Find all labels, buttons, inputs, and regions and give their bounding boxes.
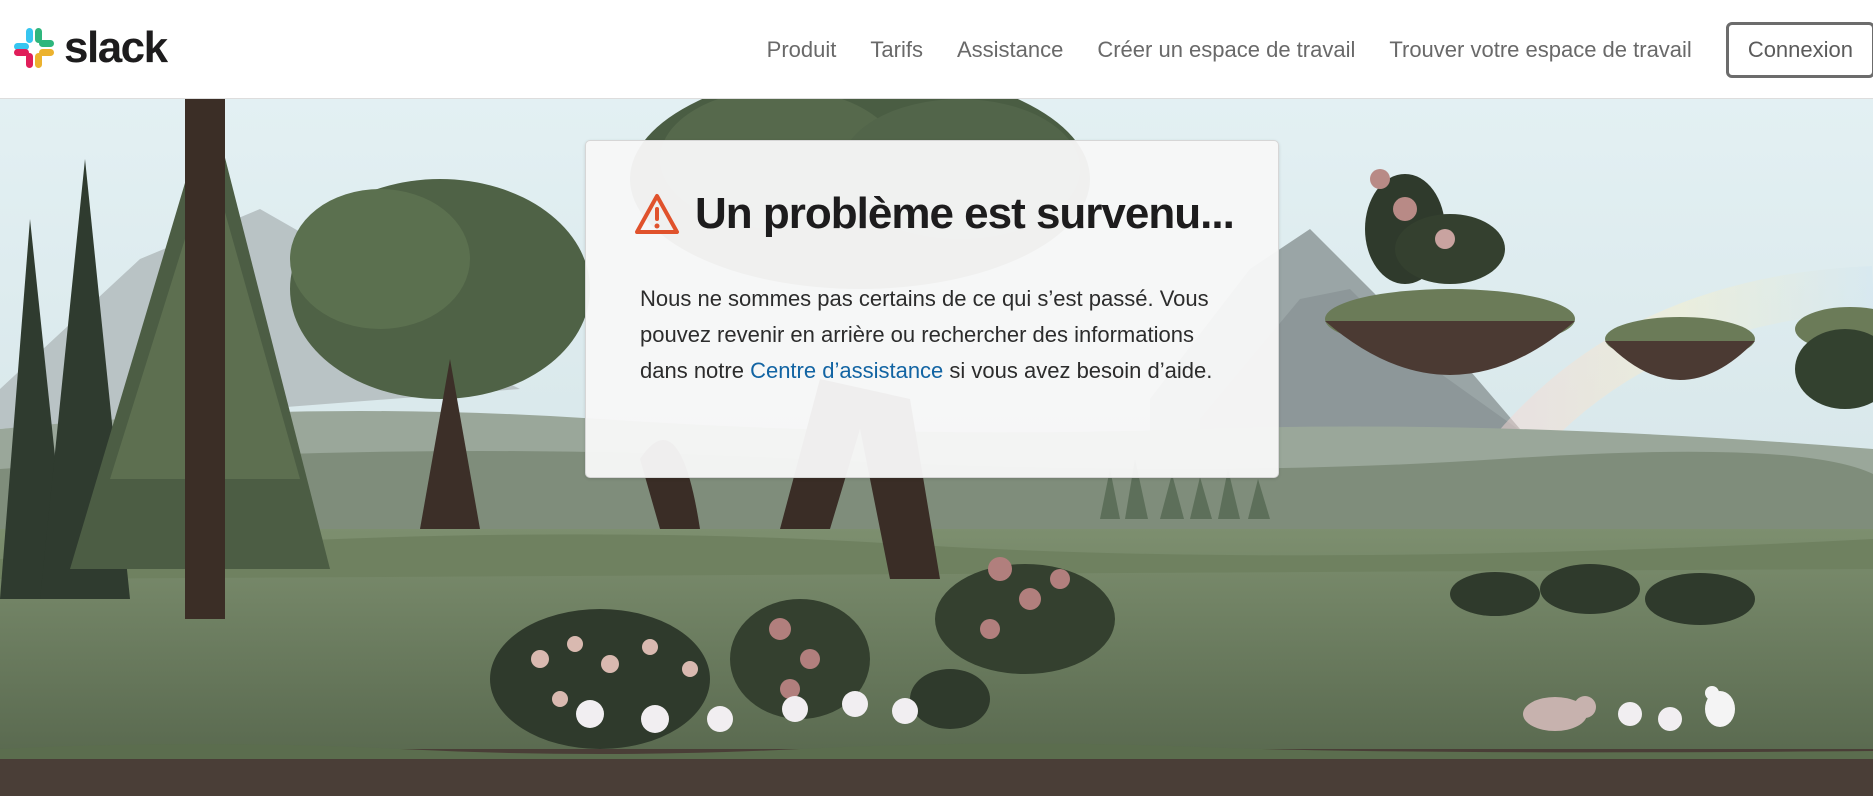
nav-link-tarifs[interactable]: Tarifs (870, 37, 923, 63)
slack-wordmark: slack (64, 23, 168, 72)
top-nav: Produit Tarifs Assistance Créer un espac… (767, 0, 1873, 99)
nav-link-create-workspace[interactable]: Créer un espace de travail (1097, 37, 1355, 63)
error-card: Un problème est survenu... Nous ne somme… (585, 140, 1279, 478)
slack-hash-icon (14, 28, 54, 68)
help-center-link[interactable]: Centre d’assistance (750, 358, 943, 383)
nav-link-produit[interactable]: Produit (767, 37, 837, 63)
slack-logo[interactable]: slack (14, 23, 168, 72)
error-title-text: Un problème est survenu... (695, 189, 1235, 238)
login-button[interactable]: Connexion (1725, 21, 1873, 78)
site-header: slack Produit Tarifs Assistance Créer un… (0, 0, 1873, 99)
nav-link-assistance[interactable]: Assistance (957, 37, 1063, 63)
nav-link-find-workspace[interactable]: Trouver votre espace de travail (1389, 37, 1691, 63)
error-title: Un problème est survenu... (633, 189, 1235, 239)
warning-triangle-icon (635, 194, 679, 234)
error-message-suffix: si vous avez besoin d’aide. (943, 358, 1213, 383)
error-message: Nous ne sommes pas certains de ce qui s’… (640, 281, 1240, 389)
